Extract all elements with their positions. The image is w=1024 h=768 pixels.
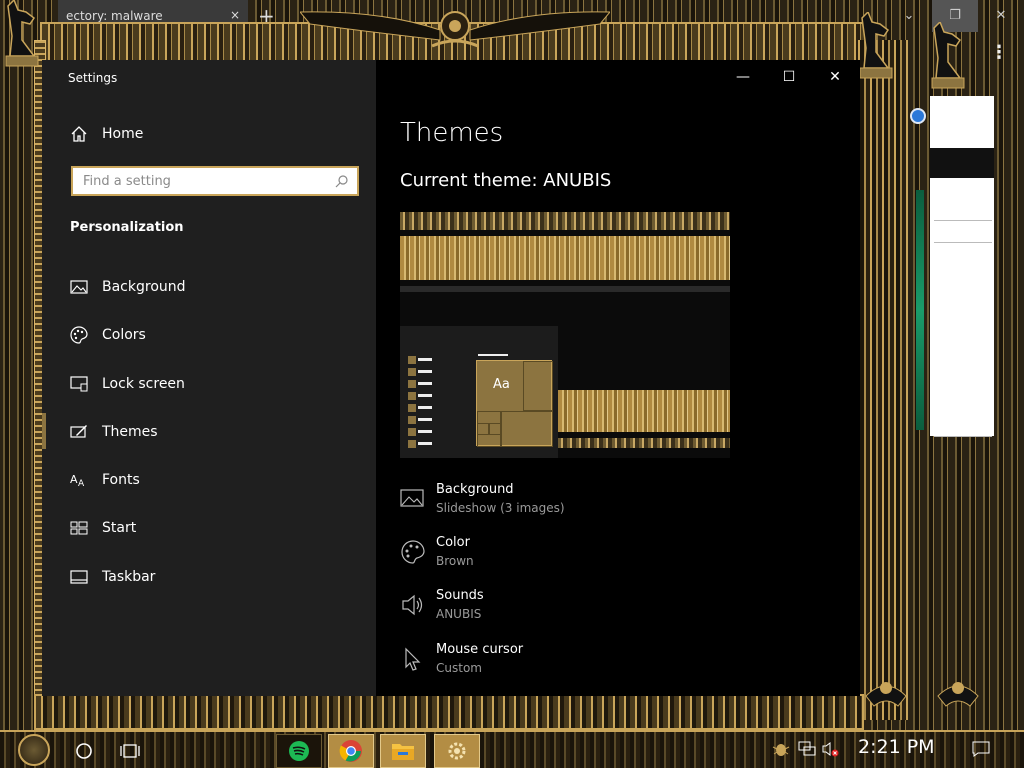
task-view-icon[interactable] [108, 735, 152, 767]
color-property[interactable]: Color Brown [400, 535, 474, 568]
nav-item-lock-screen[interactable]: Lock screen [68, 372, 185, 396]
browser-menu-icon[interactable]: ⋮ [990, 42, 1008, 63]
mouse-cursor-property[interactable]: Mouse cursor Custom [400, 642, 523, 675]
preview-divider [400, 286, 730, 292]
start-icon [68, 518, 90, 538]
search-box[interactable] [71, 166, 359, 196]
nav-label: Colors [102, 327, 146, 343]
action-center-icon[interactable] [972, 741, 990, 761]
cortana-icon[interactable] [62, 735, 106, 767]
nav-label: Lock screen [102, 376, 185, 392]
svg-text:A: A [78, 479, 85, 488]
lock-screen-icon [68, 374, 90, 394]
anubis-statue-icon [931, 22, 965, 89]
page-title: Themes [400, 118, 504, 148]
spotify-icon[interactable] [276, 734, 322, 768]
picture-icon [68, 277, 90, 297]
property-title: Sounds [436, 588, 484, 603]
property-title: Color [436, 535, 470, 550]
themes-icon [68, 422, 90, 442]
home-nav-item[interactable]: Home [70, 122, 143, 146]
settings-content: — ☐ ✕ Themes Current theme: ANUBIS Aa Ba… [376, 60, 860, 696]
preview-header-line [478, 354, 508, 356]
nav-item-taskbar[interactable]: Taskbar [68, 565, 155, 589]
property-value: ANUBIS [436, 607, 482, 621]
home-label: Home [102, 126, 144, 142]
preview-sample-text: Aa [493, 377, 510, 392]
winged-scarab-crest [300, 11, 610, 48]
property-value: Slideshow (3 images) [436, 501, 565, 515]
palette-icon [68, 325, 90, 345]
nav-label: Taskbar [102, 569, 156, 585]
clock[interactable]: 2:21 PM [858, 736, 935, 758]
preview-hieroglyph-band [558, 390, 730, 432]
scarab-tray-icon[interactable] [772, 741, 790, 761]
nav-label: Fonts [102, 472, 140, 488]
start-button[interactable] [18, 734, 50, 766]
window-title: Settings [68, 71, 118, 85]
search-icon[interactable] [335, 174, 349, 188]
page-line [934, 436, 992, 437]
taskbar-icon [68, 567, 90, 587]
extension-icon[interactable] [910, 108, 926, 124]
preview-border [558, 438, 730, 448]
decorative-column [916, 190, 924, 430]
preview-tiles: Aa [476, 360, 553, 447]
close-tab-icon[interactable]: × [230, 8, 240, 22]
fonts-icon: AA [68, 470, 90, 490]
nav-item-colors[interactable]: Colors [68, 323, 146, 347]
frame-right-border [858, 40, 908, 720]
picture-icon [400, 489, 424, 507]
current-theme-label: Current theme: ANUBIS [400, 170, 612, 191]
property-title: Background [436, 482, 514, 497]
volume-muted-icon[interactable] [822, 741, 840, 761]
page-block [930, 148, 994, 178]
preview-border [400, 212, 730, 230]
desktop: ectory: malware × + ⌄ ❐ ✕ ⋮ Settings Hom… [0, 0, 1024, 768]
close-button[interactable]: ✕ [812, 68, 858, 92]
winged-goddess-icon [937, 682, 979, 707]
section-title: Personalization [70, 220, 184, 235]
anubis-statue-icon [5, 0, 39, 67]
maximize-button[interactable]: ☐ [766, 68, 812, 92]
file-explorer-icon[interactable] [380, 734, 426, 768]
anubis-statue-icon [859, 12, 893, 79]
taskbar: 2:21 PM [0, 730, 1024, 768]
nav-label: Background [102, 279, 186, 295]
winged-goddess-icon [865, 682, 907, 707]
network-icon[interactable] [798, 741, 816, 761]
settings-sidebar: Settings Home Personalization Ba [42, 60, 376, 696]
nav-item-themes[interactable]: Themes [42, 413, 158, 449]
theme-preview[interactable]: Aa [400, 212, 730, 458]
property-title: Mouse cursor [436, 642, 524, 657]
settings-window: Settings Home Personalization Ba [42, 60, 860, 696]
preview-hieroglyph-band [400, 236, 730, 280]
sounds-property[interactable]: Sounds ANUBIS [400, 588, 484, 621]
minimize-button[interactable]: — [720, 68, 766, 92]
settings-gear-icon[interactable] [434, 734, 480, 768]
property-value: Brown [436, 554, 474, 568]
background-property[interactable]: Background Slideshow (3 images) [400, 482, 565, 515]
page-line [934, 220, 992, 221]
speaker-icon [402, 594, 423, 616]
svg-text:A: A [70, 473, 78, 486]
page-line [934, 242, 992, 243]
browser-tab-title: ectory: malware [66, 9, 163, 23]
nav-item-fonts[interactable]: AA Fonts [68, 468, 140, 492]
browser-close-button[interactable]: ✕ [978, 0, 1024, 32]
cursor-icon [405, 647, 421, 671]
nav-label: Start [102, 520, 137, 536]
search-input[interactable] [73, 168, 357, 194]
nav-item-background[interactable]: Background [68, 275, 186, 299]
background-web-page [930, 96, 994, 437]
chrome-icon[interactable] [328, 734, 374, 768]
frame-bottom-border [34, 694, 864, 730]
property-value: Custom [436, 661, 482, 675]
home-icon [71, 126, 87, 142]
nav-label: Themes [102, 424, 158, 440]
palette-icon [401, 540, 425, 564]
preview-window: Aa [400, 326, 558, 458]
nav-item-start[interactable]: Start [68, 516, 136, 540]
